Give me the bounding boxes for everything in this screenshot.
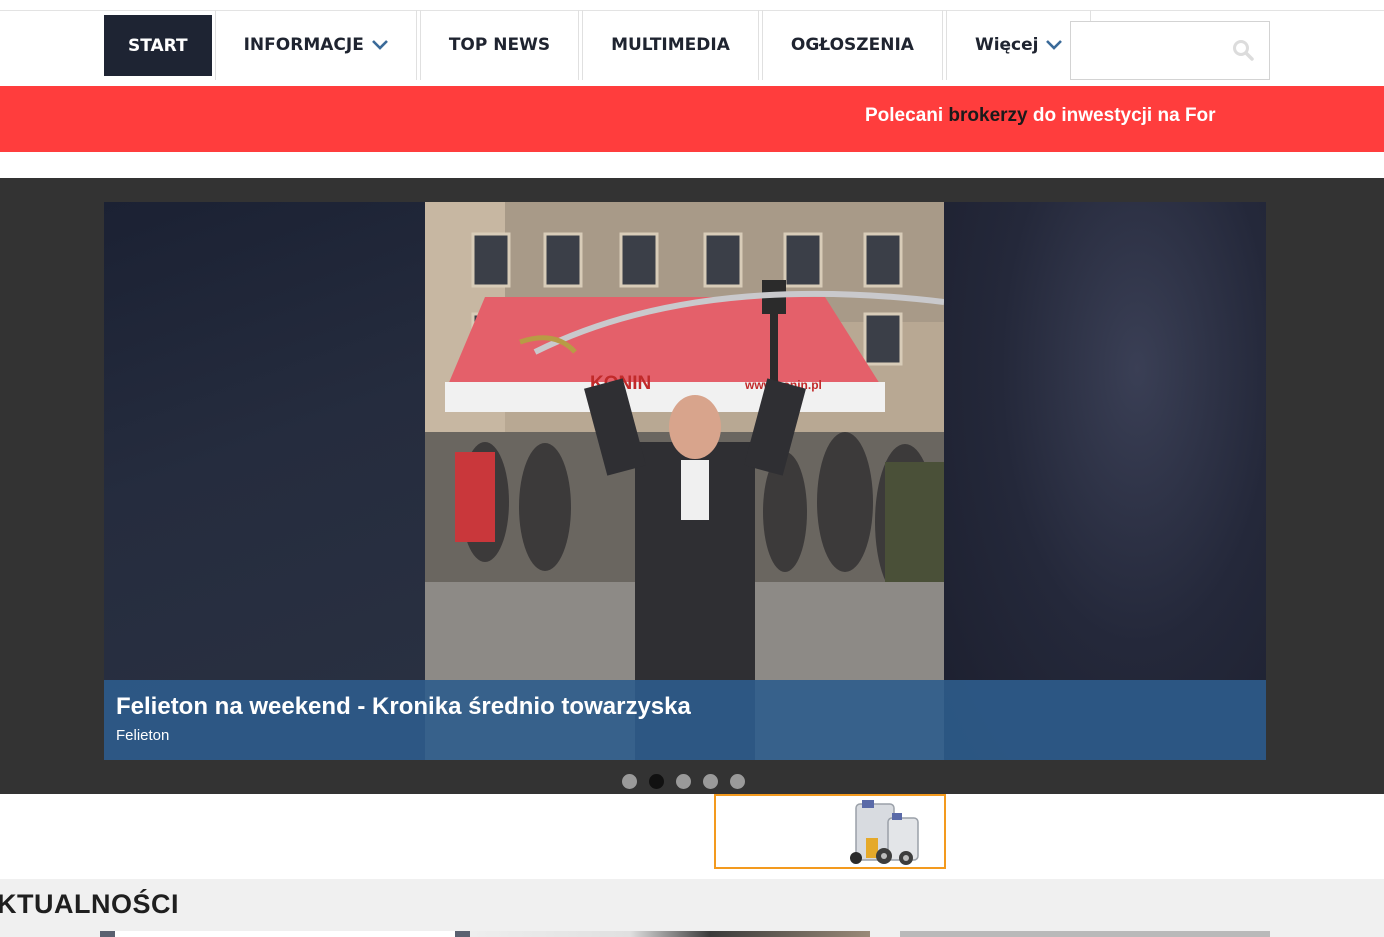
nav-item-informacje[interactable]: INFORMACJE <box>214 10 417 80</box>
section-title: KTUALNOŚCI <box>0 889 179 919</box>
chevron-down-icon <box>371 39 388 51</box>
slider-dot[interactable] <box>703 774 718 789</box>
slide[interactable]: KONIN www.konin.pl <box>104 202 1266 760</box>
slider-dot[interactable] <box>730 774 745 789</box>
ticker-text-start: Polecani <box>865 105 949 126</box>
nav-item-label: Więcej <box>974 35 1039 55</box>
nav-item-top-news[interactable]: TOP NEWS <box>419 10 580 80</box>
ad-banner[interactable] <box>714 794 946 869</box>
news-ticker: Polecani brokerzy do inwestycji na For <box>0 86 1384 152</box>
search-icon[interactable] <box>1232 39 1254 61</box>
slide-caption[interactable]: Felieton na weekend - Kronika średnio to… <box>104 680 1266 760</box>
ticker-link[interactable]: Polecani brokerzy do inwestycji na For <box>865 105 1216 127</box>
nav-item-label: TOP NEWS <box>448 35 551 55</box>
nav-item-label: OGŁOSZENIA <box>790 35 914 55</box>
nav-item-multimedia[interactable]: MULTIMEDIA <box>582 10 759 80</box>
slide-blur-left <box>104 202 425 760</box>
nav-item-label: MULTIMEDIA <box>611 35 730 55</box>
chevron-down-icon <box>1046 39 1063 51</box>
slide-photo: KONIN www.konin.pl <box>425 202 944 760</box>
news-card-thumb[interactable] <box>100 931 470 937</box>
news-card-thumb[interactable] <box>900 931 1270 937</box>
nav-item-label: INFORMACJE <box>243 35 364 55</box>
news-card-thumb[interactable] <box>470 931 870 937</box>
main-nav: START INFORMACJE TOP NEWS MULTIMEDIA OGŁ… <box>100 10 1094 86</box>
slider-dot-active[interactable] <box>649 774 664 789</box>
ticker-text-end: do inwestycji na For <box>1027 105 1216 126</box>
news-section: KTUALNOŚCI <box>0 879 1384 937</box>
slide-blur-right <box>944 202 1266 760</box>
slider-dot[interactable] <box>676 774 691 789</box>
slide-title[interactable]: Felieton na weekend - Kronika średnio to… <box>116 693 691 721</box>
slide-category[interactable]: Felieton <box>116 727 169 744</box>
featured-slider: KONIN www.konin.pl <box>0 178 1384 794</box>
slider-dot[interactable] <box>622 774 637 789</box>
nav-item-ogloszenia[interactable]: OGŁOSZENIA <box>761 10 943 80</box>
oil-can-image <box>850 800 919 865</box>
ticker-highlight: brokerzy <box>948 105 1028 126</box>
nav-item-label: START <box>128 35 188 56</box>
nav-item-start[interactable]: START <box>104 15 212 76</box>
search-box <box>1070 21 1270 80</box>
slider-dots <box>622 774 757 789</box>
search-input[interactable] <box>1071 22 1221 79</box>
